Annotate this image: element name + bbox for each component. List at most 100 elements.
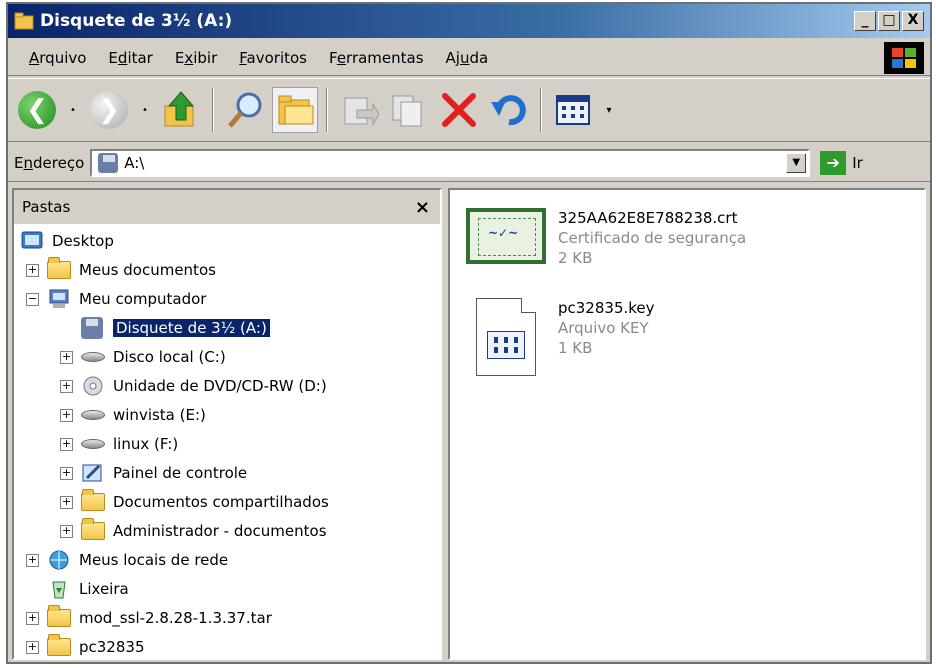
folder-icon [81, 518, 107, 542]
forward-button[interactable]: ❯ [86, 87, 132, 133]
file-item[interactable]: pc32835.key Arquivo KEY 1 KB [466, 298, 655, 376]
expander-toggle[interactable]: + [60, 524, 73, 538]
close-button[interactable]: X [902, 11, 924, 31]
tree-item-label: Disquete de 3½ (A:) [112, 318, 271, 338]
explorer-window: Disquete de 3½ (A:) _ □ X Arquivo Editar E… [6, 2, 932, 664]
delete-icon [442, 93, 476, 127]
copy-to-icon [392, 95, 422, 127]
tree-item[interactable]: + Documentos compartilhados [60, 489, 329, 515]
expander-toggle[interactable]: + [60, 408, 73, 422]
expander-toggle[interactable]: + [26, 553, 39, 567]
tree-item-label: Unidade de DVD/CD-RW (D:) [113, 377, 327, 395]
tree-item[interactable]: + Disco local (C:) [60, 344, 226, 370]
tree-item-label: mod_ssl-2.8.28-1.3.37.tar [79, 609, 272, 627]
folder-icon [47, 634, 73, 658]
folder-icon [81, 489, 107, 513]
file-item[interactable]: ~✓~ 325AA62E8E788238.crt Certificado de … [466, 208, 746, 268]
tree-item-label: Meus locais de rede [79, 551, 229, 569]
tree-item-label: Administrador - documentos [113, 522, 327, 540]
expander-toggle[interactable]: + [60, 350, 73, 364]
undo-button[interactable] [486, 87, 532, 133]
tree-item[interactable]: Disquete de 3½ (A:) [60, 315, 271, 341]
move-to-button[interactable] [336, 87, 382, 133]
delete-button[interactable] [436, 87, 482, 133]
address-input[interactable]: A:\ ▼ [90, 148, 811, 177]
floppy-icon [81, 317, 107, 339]
tree-item[interactable]: + Painel de controle [60, 460, 247, 486]
window-title: Disquete de 3½ (A:) [40, 11, 233, 31]
file-name: 325AA62E8E788238.crt [558, 209, 738, 227]
tree-item[interactable]: + Administrador - documentos [60, 518, 327, 544]
tree-item[interactable]: Lixeira [26, 576, 129, 602]
views-icon [556, 95, 590, 125]
views-dropdown-icon[interactable]: ▾ [600, 87, 618, 133]
menu-item[interactable]: Ajuda [435, 49, 500, 67]
folders-button[interactable] [272, 87, 318, 133]
tree-item[interactable]: Desktop [20, 228, 114, 254]
folder-icon [47, 605, 73, 629]
recycle-bin-icon [47, 578, 73, 600]
expander-toggle[interactable]: + [26, 263, 39, 277]
tree-item[interactable]: + linux (F:) [60, 431, 178, 457]
tree-item-label: linux (F:) [113, 435, 179, 453]
computer-icon [47, 288, 73, 310]
forward-dropdown-icon[interactable]: • [136, 87, 154, 133]
views-button[interactable] [550, 87, 596, 133]
toolbar-separator [212, 88, 214, 132]
expander-toggle[interactable]: + [60, 437, 73, 451]
back-dropdown-icon[interactable]: • [64, 87, 82, 133]
desktop-icon [20, 230, 46, 252]
maximize-button[interactable]: □ [878, 11, 900, 31]
key-file-icon [466, 298, 546, 376]
tree-item[interactable]: + Meus locais de rede [26, 547, 228, 573]
folders-title: Pastas [22, 198, 71, 216]
tree-item-label: Documentos compartilhados [113, 493, 329, 511]
back-button[interactable]: ❮ [14, 87, 60, 133]
address-label: Endereço [14, 153, 85, 172]
tree-item-label: Lixeira [79, 580, 129, 598]
windows-logo-icon [884, 42, 924, 74]
menu-item[interactable]: Arquivo [18, 49, 97, 67]
cd-drive-icon [81, 375, 107, 397]
close-folders-pane-button[interactable]: × [415, 197, 430, 218]
folders-icon [278, 95, 314, 125]
folder-icon [47, 257, 73, 281]
folder-icon [14, 12, 34, 30]
menu-item[interactable]: Editar [97, 49, 163, 67]
expander-toggle[interactable]: − [26, 292, 39, 306]
drive-icon [81, 346, 107, 368]
folder-tree: Desktop + Meus documentos − Meu computador Di… [14, 224, 440, 656]
tree-item[interactable]: + pc32835 [26, 634, 145, 660]
file-type: Arquivo KEY [558, 319, 649, 337]
toolbar: ❮ • ❯ • ▾ [8, 78, 930, 142]
search-button[interactable] [222, 87, 268, 133]
tree-item[interactable]: + Unidade de DVD/CD-RW (D:) [60, 373, 327, 399]
tree-item[interactable]: − Meu computador [26, 286, 206, 312]
tree-item[interactable]: + mod_ssl-2.8.28-1.3.37.tar [26, 605, 272, 631]
expander-toggle[interactable]: + [26, 611, 39, 625]
address-dropdown-button[interactable]: ▼ [786, 152, 807, 173]
menu-item[interactable]: Exibir [164, 49, 228, 67]
menu-item[interactable]: Favoritos [228, 49, 318, 67]
go-arrow-icon: ➔ [820, 150, 847, 175]
address-value: A:\ [124, 153, 145, 172]
up-folder-button[interactable] [158, 87, 204, 133]
expander-toggle[interactable]: + [26, 640, 39, 654]
tree-item-label: Disco local (C:) [113, 348, 226, 366]
file-size: 1 KB [558, 339, 593, 357]
tree-item-label: Desktop [52, 232, 114, 250]
tree-item[interactable]: + Meus documentos [26, 257, 216, 283]
menu-bar: Arquivo Editar Exibir Favoritos Ferramentas A… [8, 40, 930, 76]
back-icon: ❮ [18, 91, 56, 129]
expander-toggle[interactable]: + [60, 495, 73, 509]
title-bar[interactable]: Disquete de 3½ (A:) _ □ X [8, 4, 930, 38]
copy-to-button[interactable] [386, 87, 432, 133]
expander-toggle[interactable]: + [60, 466, 73, 480]
expander-toggle[interactable]: + [60, 379, 73, 393]
menu-item[interactable]: Ferramentas [318, 49, 435, 67]
minimize-button[interactable]: _ [854, 11, 876, 31]
tree-item[interactable]: + winvista (E:) [60, 402, 206, 428]
go-button[interactable]: ➔ Ir [820, 150, 863, 175]
file-name: pc32835.key [558, 299, 655, 317]
go-label: Ir [852, 153, 863, 172]
